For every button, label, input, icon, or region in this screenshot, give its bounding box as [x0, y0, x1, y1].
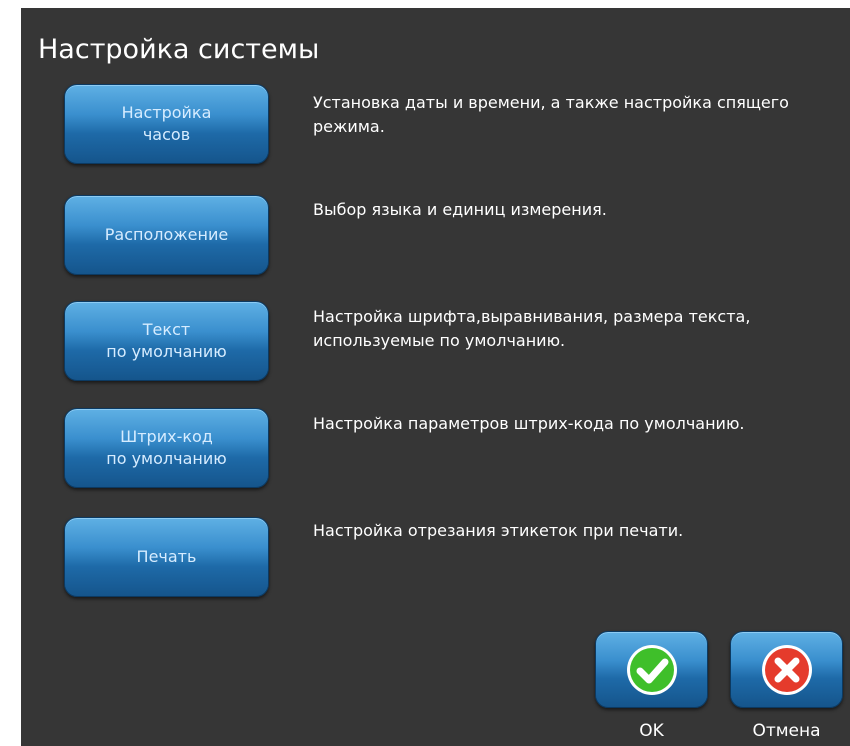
clock-settings-description: Установка даты и времени, а также настро…	[313, 93, 789, 136]
default-text-description: Настройка шрифта,выравнивания, размера т…	[313, 307, 751, 350]
location-button[interactable]: Расположение	[64, 195, 269, 275]
clock-settings-button[interactable]: Настройка часов	[64, 84, 269, 164]
page-title: Настройка системы	[38, 34, 320, 65]
system-settings-screen: Настройка системы Настройка часов Устано…	[21, 8, 850, 746]
default-barcode-button[interactable]: Штрих-код по умолчанию	[64, 408, 269, 488]
print-description: Настройка отрезания этикеток при печати.	[313, 521, 684, 540]
ok-label: OK	[639, 721, 664, 741]
default-text-button[interactable]: Текст по умолчанию	[64, 301, 269, 381]
cancel-label: Отмена	[752, 721, 821, 741]
close-icon	[760, 643, 814, 697]
ok-button[interactable]	[595, 631, 708, 708]
default-barcode-description: Настройка параметров штрих-кода по умолч…	[313, 414, 745, 433]
print-button[interactable]: Печать	[64, 517, 269, 597]
check-icon	[625, 643, 679, 697]
location-description: Выбор языка и единиц измерения.	[313, 200, 607, 219]
cancel-button[interactable]	[730, 631, 843, 708]
